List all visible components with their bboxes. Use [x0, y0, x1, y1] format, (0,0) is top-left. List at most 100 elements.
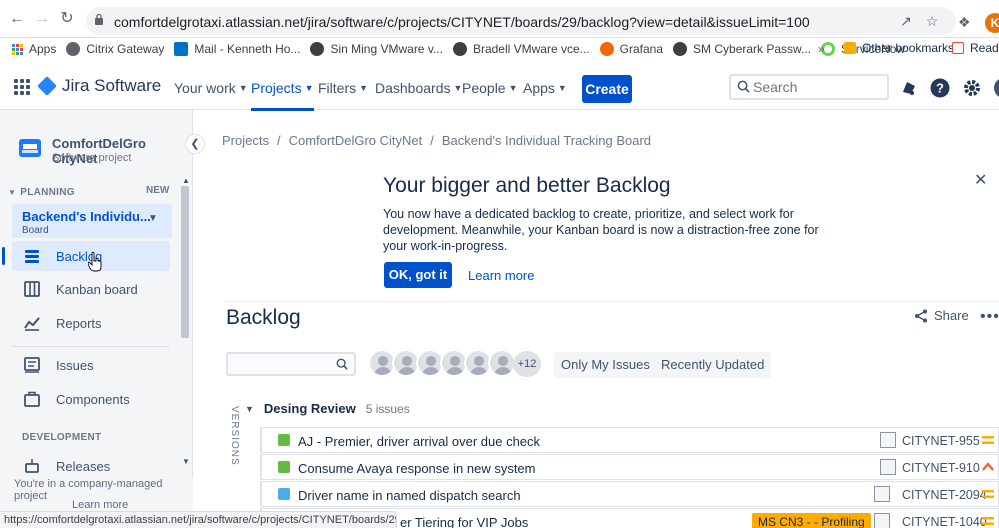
issue-row[interactable]: AJ - Premier, driver arrival over due ch…	[260, 427, 999, 453]
address-url: comfortdelgrotaxi.atlassian.net/jira/sof…	[114, 14, 810, 30]
sidebar-item-label: Components	[56, 391, 130, 407]
sidebar-item-issues[interactable]: Issues	[12, 350, 170, 380]
bookmarks-overflow-button[interactable]: »	[818, 42, 825, 56]
issue-key[interactable]: CITYNET-1040	[902, 515, 987, 528]
more-assignees-button[interactable]: +12	[513, 351, 541, 377]
bookmark-star-icon[interactable]: ☆	[924, 13, 940, 29]
sidebar-item-components[interactable]: Components	[12, 384, 170, 414]
epic-label[interactable]: MS CN3 - - Profiling	[752, 513, 871, 528]
sprint-header[interactable]: ▼ Desing Review 5 issues	[245, 401, 410, 416]
new-badge: NEW	[146, 185, 170, 196]
global-search[interactable]	[729, 74, 889, 100]
breadcrumb-board[interactable]: Backend's Individual Tracking Board	[442, 133, 651, 148]
close-icon[interactable]: ✕	[974, 170, 987, 190]
board-selector[interactable]: Backend's Individu... Board ▼	[12, 204, 172, 238]
assignee-image-icon	[874, 513, 890, 528]
backlog-icon	[25, 250, 39, 263]
project-sidebar: ComfortDelGro CityNet Software project ▼…	[0, 110, 193, 528]
bookmark-vmware-bradell[interactable]: Bradell VMware vce...	[452, 42, 590, 56]
nav-your-work[interactable]: Your work ▼	[174, 80, 248, 96]
share-icon	[915, 309, 927, 322]
reading-list-label: Readi	[970, 41, 999, 55]
browser-toolbar: ← → ↻ comfortdelgrotaxi.atlassian.net/ji…	[0, 0, 999, 38]
bookmark-cyberark[interactable]: SM Cyberark Passw...	[673, 42, 811, 56]
chevron-down-icon: ▼	[8, 188, 17, 197]
profile-avatar[interactable]: K	[985, 13, 999, 33]
chevron-down-icon: ▼	[304, 83, 314, 93]
cyberark-icon	[673, 42, 688, 56]
share-button[interactable]: Share	[914, 308, 969, 323]
breadcrumb-project[interactable]: ComfortDelGro CityNet	[289, 133, 423, 148]
settings-gear-icon[interactable]	[962, 78, 982, 98]
bookmark-label: SM Cyberark Passw...	[693, 42, 812, 56]
more-actions-icon[interactable]: •••	[980, 308, 999, 326]
collapse-sidebar-button[interactable]: ❮	[185, 134, 205, 154]
bookmark-vmware-sinming[interactable]: Sin Ming VMware v...	[310, 42, 443, 56]
nav-dashboards[interactable]: Dashboards ▼	[375, 80, 462, 96]
share-page-icon[interactable]: ↗	[898, 13, 914, 29]
backlog-search-input[interactable]	[226, 352, 356, 376]
versions-panel-toggle[interactable]: VERSIONS	[228, 406, 240, 466]
breadcrumb-projects[interactable]: Projects	[222, 133, 269, 148]
create-button[interactable]: Create	[582, 75, 632, 103]
extensions-icon[interactable]: ❖	[958, 14, 974, 30]
bookmark-mail[interactable]: Mail - Kenneth Ho...	[174, 42, 300, 56]
bookmark-citrix[interactable]: Citrix Gateway	[66, 42, 164, 56]
issue-key[interactable]: CITYNET-910	[902, 461, 980, 475]
priority-high-icon	[982, 462, 994, 471]
assignee-image-icon	[874, 486, 890, 502]
nav-filters[interactable]: Filters ▼	[318, 80, 368, 96]
chevron-down-icon: ▼	[508, 83, 518, 93]
ok-got-it-button[interactable]: OK, got it	[384, 262, 452, 288]
reading-list[interactable]: Readi	[952, 41, 999, 55]
quick-filter-only-my-issues[interactable]: Only My Issues	[554, 352, 657, 378]
planning-section[interactable]: ▼ PLANNING	[8, 187, 75, 198]
forward-icon[interactable]: →	[33, 10, 51, 28]
scroll-up-arrow-icon[interactable]: ▲	[182, 176, 190, 185]
quick-filter-recently-updated[interactable]: Recently Updated	[654, 352, 772, 378]
chevron-left-icon: ❮	[190, 138, 200, 150]
issue-key[interactable]: CITYNET-955	[902, 434, 980, 448]
banner-body: You now have a dedicated backlog to crea…	[383, 207, 819, 253]
bookmark-grafana[interactable]: Grafana	[599, 42, 663, 56]
nav-people[interactable]: People ▼	[462, 80, 518, 96]
app-switcher-icon[interactable]	[14, 79, 30, 95]
jira-logo[interactable]: Jira Software	[37, 76, 161, 96]
sidebar-item-releases[interactable]: Releases	[12, 451, 170, 481]
priority-medium-icon	[982, 490, 994, 498]
sidebar-scrollbar[interactable]	[181, 186, 189, 338]
search-input[interactable]	[753, 78, 883, 96]
sidebar-item-reports[interactable]: Reports	[12, 308, 170, 338]
assignee-avatar[interactable]	[488, 349, 516, 377]
project-avatar-icon	[19, 139, 41, 157]
issue-row[interactable]: Driver name in named dispatch search CIT…	[260, 481, 999, 507]
issue-key[interactable]: CITYNET-2094	[902, 488, 987, 502]
sidebar-item-label: Releases	[56, 458, 111, 474]
nav-projects[interactable]: Projects ▼	[251, 80, 314, 111]
issue-summary: AJ - Premier, driver arrival over due ch…	[298, 434, 541, 449]
issue-row[interactable]: Consume Avaya response in new system CIT…	[260, 454, 999, 480]
sidebar-item-kanban-board[interactable]: Kanban board	[12, 274, 170, 304]
address-bar[interactable]: comfortdelgrotaxi.atlassian.net/jira/sof…	[86, 7, 956, 35]
user-avatar[interactable]	[994, 78, 999, 98]
folder-icon	[844, 42, 856, 54]
other-bookmarks-folder[interactable]: Other bookmarks	[844, 41, 954, 55]
project-type: Software project	[52, 152, 132, 164]
back-icon[interactable]: ←	[8, 10, 26, 28]
learn-more-link[interactable]: Learn more	[468, 268, 534, 283]
nav-label: Apps	[523, 80, 555, 96]
learn-more-link[interactable]: Learn more	[72, 499, 128, 511]
bookmark-apps[interactable]: Apps	[12, 42, 56, 56]
help-icon[interactable]: ?	[930, 78, 950, 98]
nav-apps[interactable]: Apps ▼	[523, 80, 567, 96]
nav-label: Projects	[251, 80, 302, 96]
scroll-down-arrow-icon[interactable]: ▼	[182, 457, 190, 466]
issue-summary: er Tiering for VIP Jobs	[400, 515, 529, 528]
nav-label: Dashboards	[375, 80, 451, 96]
notifications-icon[interactable]	[899, 78, 919, 98]
citrix-icon	[66, 42, 81, 56]
development-section: DEVELOPMENT	[22, 432, 102, 443]
reports-chart-icon	[24, 317, 40, 331]
reload-icon[interactable]: ↻	[58, 10, 76, 28]
bookmark-label: Bradell VMware vce...	[472, 42, 590, 56]
